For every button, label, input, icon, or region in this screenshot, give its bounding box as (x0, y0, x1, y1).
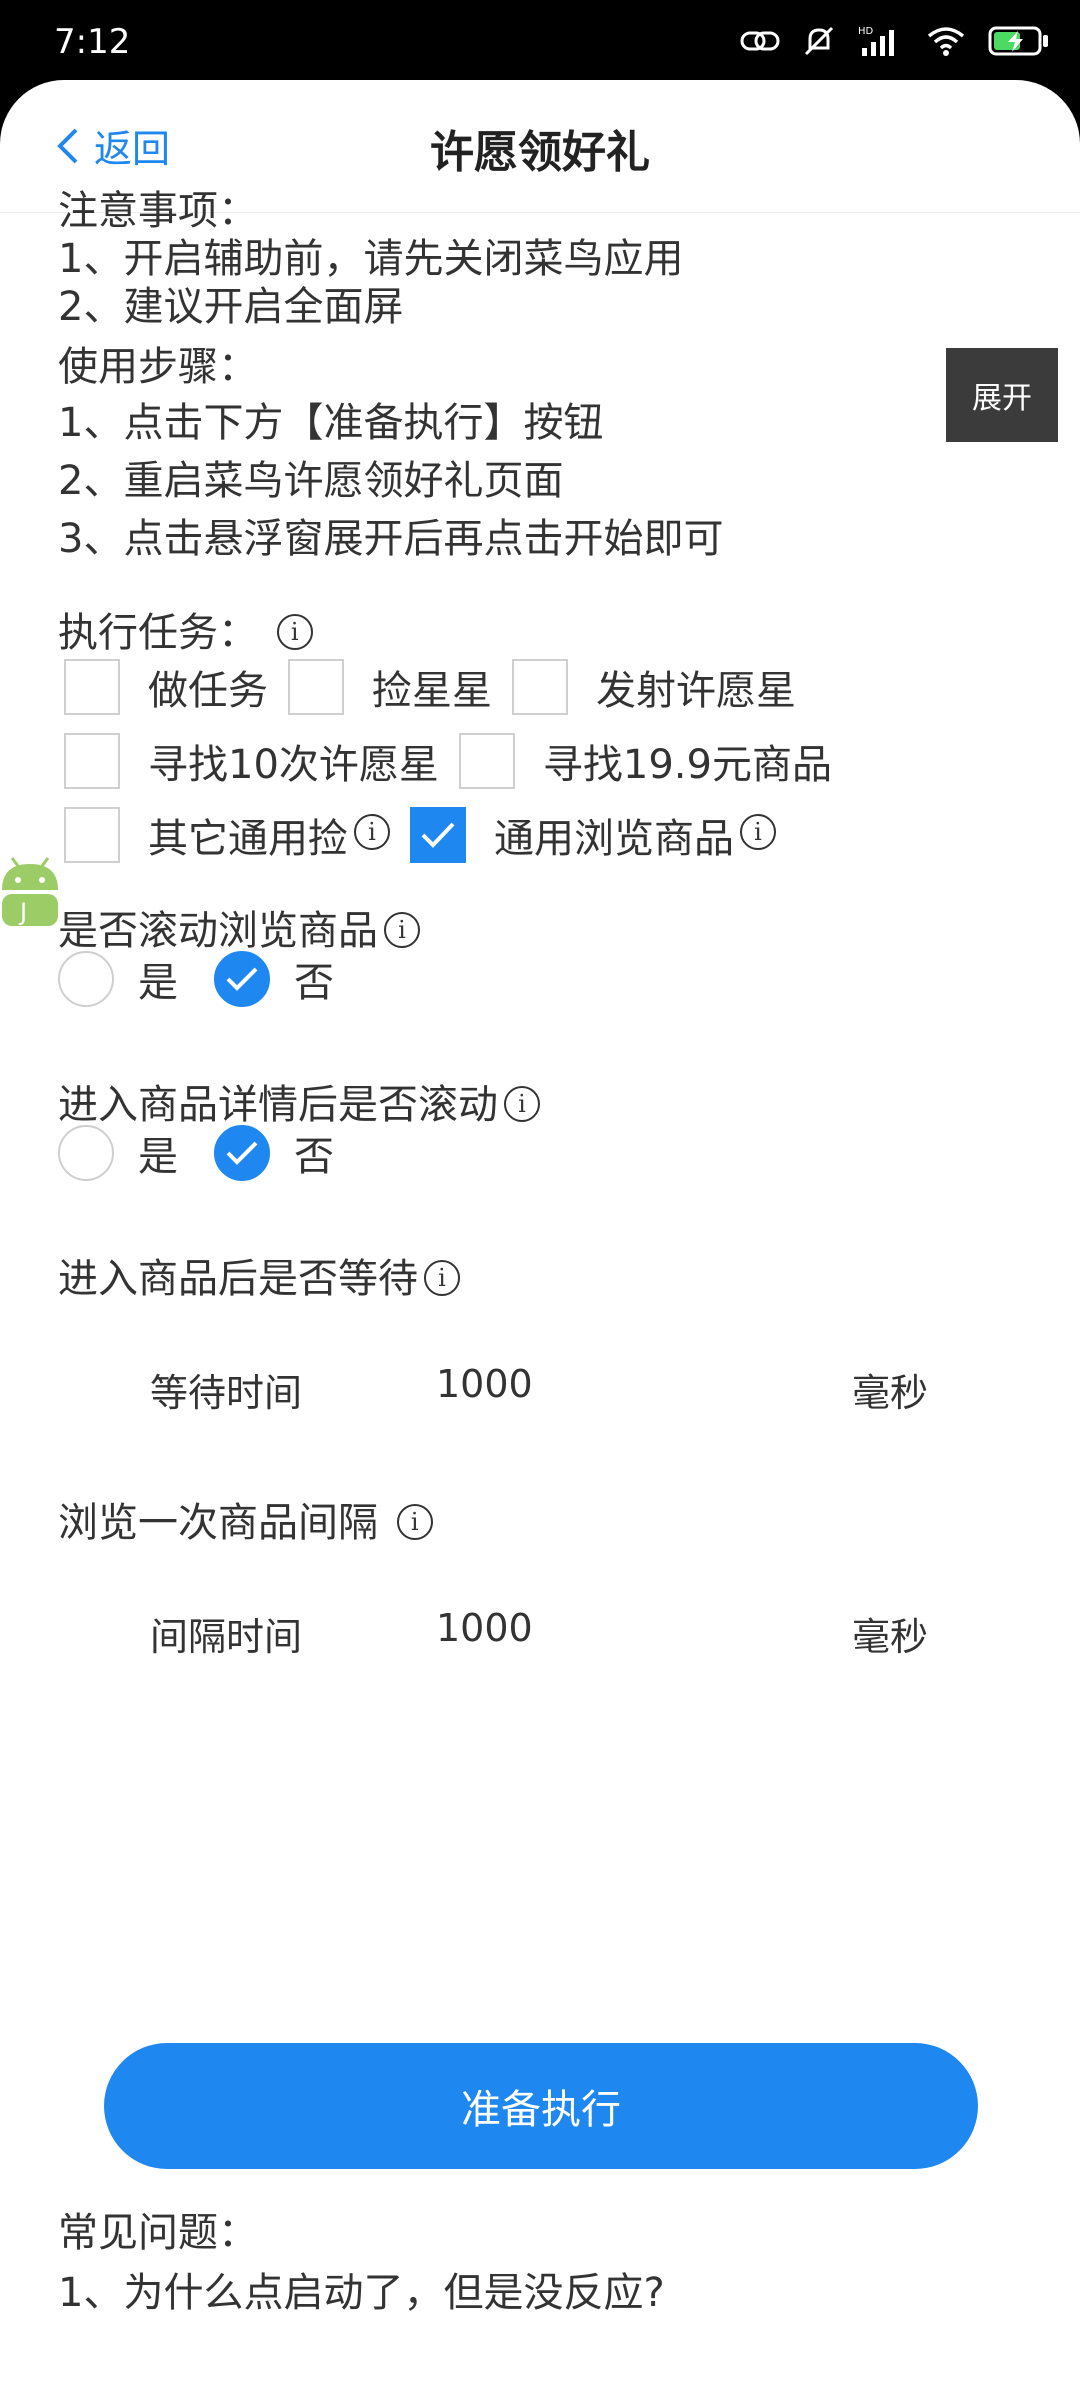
radio-no[interactable] (214, 1125, 270, 1181)
info-icon[interactable]: i (384, 912, 420, 948)
checkbox-label: 其它通用捡 (148, 816, 348, 862)
question-label: 浏览一次商品间隔 (58, 1500, 378, 1546)
question-label: 进入商品详情后是否滚动 (58, 1082, 498, 1128)
prepare-execute-button[interactable]: 准备执行 (104, 2043, 978, 2169)
field-unit: 毫秒 (852, 1371, 929, 1415)
radio-label: 否 (294, 1134, 334, 1180)
checkbox-find-wish-star-10[interactable] (64, 733, 120, 789)
svg-text:J: J (18, 898, 27, 926)
task-row-3: 其它通用捡 i 通用浏览商品 i (64, 806, 796, 864)
checkbox-find-19-9-item[interactable] (458, 733, 515, 789)
faq-item-1[interactable]: 1、为什么点启动了，但是没反应? (58, 2260, 665, 2318)
wait-question: 进入商品后是否等待 i (58, 1246, 460, 1304)
tasks-heading: 执行任务： i (58, 600, 313, 658)
checkbox-launch-wish-star[interactable] (512, 659, 568, 715)
status-time: 7:12 (54, 22, 131, 62)
radio-yes[interactable] (58, 1125, 114, 1181)
scroll-detail-question: 进入商品详情后是否滚动 i (58, 1072, 540, 1130)
radio-label: 否 (294, 960, 334, 1006)
checkbox-label: 捡星星 (372, 668, 492, 714)
radio-yes[interactable] (58, 951, 114, 1007)
wait-time-input[interactable]: 1000 (436, 1362, 533, 1406)
info-icon[interactable]: i (424, 1260, 460, 1296)
signal-hd-icon: HD (858, 26, 894, 56)
checkbox-label-with-info: 通用浏览商品 i (494, 806, 776, 864)
info-icon[interactable]: i (354, 814, 390, 850)
app-screen: 返回 许愿领好礼 注意事项： 1、开启辅助前，请先关闭菜鸟应用 2、建议开启全面… (0, 80, 1080, 2400)
checkmark-icon (226, 1141, 258, 1165)
mute-bell-icon (804, 26, 834, 56)
info-icon[interactable]: i (740, 814, 776, 850)
scroll-browse-radio-group: 是 否 (58, 950, 370, 1008)
faq-heading: 常见问题： (58, 2210, 258, 2256)
steps-heading: 使用步骤： (58, 344, 258, 390)
android-floating-icon[interactable]: J (0, 856, 60, 932)
checkbox-label: 做任务 (148, 668, 268, 714)
checkbox-general-browse-items[interactable] (410, 807, 466, 863)
checkbox-label: 发射许愿星 (596, 668, 796, 714)
wifi-icon (927, 27, 965, 56)
link-icon (740, 31, 780, 51)
page-title: 许愿领好礼 (430, 127, 650, 178)
task-row-1: 做任务 捡星星 发射许愿星 (64, 658, 816, 716)
status-bar: 7:12 HD (0, 0, 1080, 82)
checkbox-label: 寻找19.9元商品 (542, 742, 832, 788)
battery-charging-icon (988, 26, 1048, 56)
checkbox-label: 通用浏览商品 (494, 816, 734, 862)
checkbox-other-general-pick[interactable] (64, 807, 120, 863)
tasks-heading-label: 执行任务： (58, 610, 258, 656)
checkbox-label: 寻找10次许愿星 (148, 742, 439, 788)
radio-label: 是 (138, 960, 178, 1006)
checkbox-pick-stars[interactable] (288, 659, 344, 715)
field-label: 等待时间 (150, 1371, 303, 1415)
scroll-browse-question: 是否滚动浏览商品 i (58, 898, 420, 956)
info-icon[interactable]: i (504, 1086, 540, 1122)
field-unit: 毫秒 (852, 1615, 929, 1659)
checkbox-do-task[interactable] (64, 659, 120, 715)
status-icons: HD (740, 24, 1050, 58)
step-item-3: 3、点击悬浮窗展开后再点击开始即可 (58, 516, 724, 562)
checkmark-icon (421, 822, 455, 848)
radio-no[interactable] (214, 951, 270, 1007)
floating-expand-button[interactable]: 展开 (946, 348, 1058, 442)
question-label: 进入商品后是否等待 (58, 1256, 418, 1302)
field-label: 间隔时间 (150, 1615, 303, 1659)
checkmark-icon (226, 967, 258, 991)
checkbox-label-with-info: 其它通用捡 i (148, 806, 390, 864)
question-label: 是否滚动浏览商品 (58, 908, 378, 954)
info-icon[interactable]: i (276, 614, 313, 650)
scroll-detail-radio-group: 是 否 (58, 1124, 370, 1182)
interval-question: 浏览一次商品间隔 i (58, 1490, 433, 1548)
svg-text:HD: HD (858, 26, 874, 37)
interval-time-input[interactable]: 1000 (436, 1606, 533, 1650)
radio-label: 是 (138, 1134, 178, 1180)
info-icon[interactable]: i (396, 1504, 433, 1540)
step-item-1: 1、点击下方【准备执行】按钮 (58, 400, 604, 446)
note-item-2: 2、建议开启全面屏 (58, 284, 404, 330)
task-row-2: 寻找10次许愿星 寻找19.9元商品 (64, 732, 852, 790)
step-item-2: 2、重启菜鸟许愿领好礼页面 (58, 458, 564, 504)
